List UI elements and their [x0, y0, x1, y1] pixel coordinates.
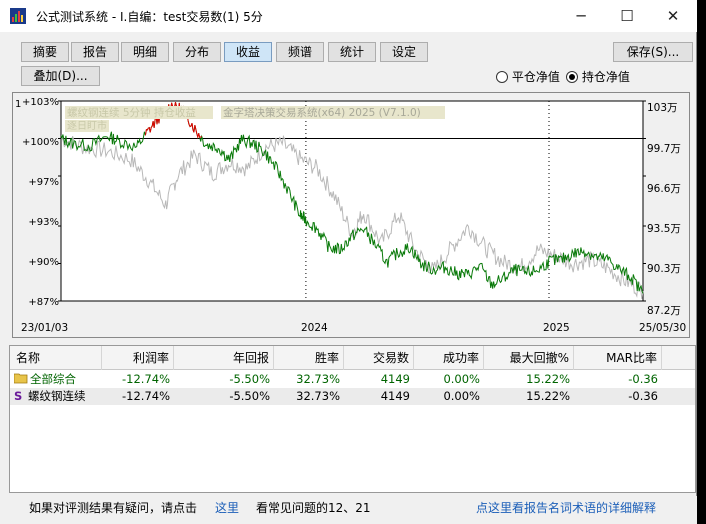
- x-label-2025: 2025: [543, 322, 570, 334]
- maximize-button[interactable]: ☐: [604, 0, 650, 32]
- left-tick-1: +100%: [22, 137, 59, 148]
- right-tick-2: 96.6万: [647, 183, 681, 195]
- s-icon: S: [14, 389, 23, 403]
- chart-watermark: 金字塔决策交易系统(x64) 2025 (V7.1.0): [223, 106, 421, 119]
- left-tick-4: +90%: [28, 257, 59, 268]
- cell-trade-count: 4149: [380, 372, 410, 386]
- cell-name: 全部综合: [10, 371, 102, 388]
- status-bar: 如果对评测结果有疑问，请点击 这里 看常见问题的12、21 点这里看报告名词术语…: [0, 496, 697, 524]
- chart-corner-label: 1: [15, 99, 21, 110]
- folder-icon: [14, 373, 28, 384]
- radio-position-equity[interactable]: 持仓净值: [566, 68, 630, 84]
- radio-close-equity-circle[interactable]: [496, 71, 508, 83]
- radio-position-equity-label: 持仓净值: [581, 70, 630, 84]
- header-annual-return[interactable]: 年回报: [174, 346, 274, 370]
- header-success-rate[interactable]: 成功率: [414, 346, 484, 370]
- chart-legend-sub: 逐日盯市: [67, 119, 107, 132]
- results-table: 名称 利润率 年回报 胜率 交易数 成功率 最大回撤% MAR比率 全部综合 -…: [9, 345, 696, 493]
- header-profit-rate[interactable]: 利润率: [102, 346, 174, 370]
- left-tick-0: +103%: [22, 97, 59, 108]
- status-question-text: 如果对评测结果有疑问，请点击: [29, 501, 198, 515]
- left-tick-2: +97%: [28, 177, 59, 188]
- tab-spectrum[interactable]: 频谱: [276, 42, 324, 62]
- header-mar-ratio[interactable]: MAR比率: [574, 346, 662, 370]
- table-row[interactable]: S 螺纹钢连续 -12.74% -5.50% 32.73% 4149 0.00% …: [10, 388, 695, 405]
- radio-position-equity-circle[interactable]: [566, 71, 578, 83]
- table-header: 名称 利润率 年回报 胜率 交易数 成功率 最大回撤% MAR比率: [10, 346, 695, 370]
- right-tick-1: 99.7万: [647, 143, 681, 155]
- overlay-button[interactable]: 叠加(D)...: [21, 66, 100, 86]
- status-here-link[interactable]: 这里: [215, 499, 239, 516]
- cell-annual-return: -5.50%: [229, 389, 270, 403]
- left-tick-5: +87%: [28, 297, 59, 308]
- cell-win-rate: 32.73%: [296, 389, 340, 403]
- cell-name-text: 螺纹钢连续: [28, 389, 86, 403]
- radio-close-equity[interactable]: 平仓净值: [496, 68, 560, 84]
- minimize-button[interactable]: ─: [558, 0, 604, 32]
- window-title: 公式测试系统 - I.自编：test交易数(1) 5分: [36, 10, 263, 24]
- cell-name-text: 全部综合: [30, 372, 76, 386]
- header-max-drawdown[interactable]: 最大回撤%: [484, 346, 574, 370]
- x-label-end: 25/05/30: [639, 322, 686, 334]
- app-icon: [10, 8, 26, 24]
- table-row[interactable]: 全部综合 -12.74% -5.50% 32.73% 4149 0.00% 15…: [10, 371, 695, 388]
- tab-settings[interactable]: 设定: [380, 42, 428, 62]
- cell-success-rate: 0.00%: [443, 372, 480, 386]
- cell-mar-ratio: -0.36: [628, 389, 658, 403]
- header-name[interactable]: 名称: [10, 346, 102, 370]
- cell-profit-rate: -12.74%: [122, 372, 170, 386]
- header-trade-count[interactable]: 交易数: [344, 346, 414, 370]
- background-chart-edge: [696, 0, 706, 524]
- cell-success-rate: 0.00%: [443, 389, 480, 403]
- status-glossary-link[interactable]: 点这里看报告名词术语的详细解释: [476, 499, 656, 516]
- cell-name: S 螺纹钢连续: [10, 388, 102, 405]
- header-win-rate[interactable]: 胜率: [274, 346, 344, 370]
- cell-win-rate: 32.73%: [296, 372, 340, 386]
- right-tick-4: 90.3万: [647, 263, 681, 275]
- chart-legend-text: 螺纹钢连续 5分钟 持仓收益: [67, 106, 196, 119]
- tab-distribution[interactable]: 分布: [173, 42, 221, 62]
- cell-max-drawdown: 15.22%: [526, 372, 570, 386]
- equity-chart: 1 螺纹钢连续 5分钟 持仓收益 逐日盯市 金字塔决策交易系统(x64) 202…: [15, 97, 686, 334]
- title-bar: 公式测试系统 - I.自编：test交易数(1) 5分 ─ ☐ ✕: [0, 0, 697, 32]
- status-faq-text: 看常见问题的12、21: [256, 501, 371, 515]
- tab-statistics[interactable]: 统计: [328, 42, 376, 62]
- tab-details[interactable]: 明细: [121, 42, 169, 62]
- x-label-start: 23/01/03: [21, 322, 68, 334]
- left-tick-3: +93%: [28, 217, 59, 228]
- plot-area: [60, 100, 644, 302]
- cell-max-drawdown: 15.22%: [526, 389, 570, 403]
- close-button[interactable]: ✕: [650, 0, 696, 32]
- right-tick-0: 103万: [647, 102, 678, 114]
- tab-report[interactable]: 报告: [71, 42, 119, 62]
- cell-mar-ratio: -0.36: [628, 372, 658, 386]
- save-button[interactable]: 保存(S)...: [613, 42, 693, 62]
- cell-annual-return: -5.50%: [229, 372, 270, 386]
- cell-trade-count: 4149: [380, 389, 410, 403]
- tab-summary[interactable]: 摘要: [21, 42, 69, 62]
- radio-close-equity-label: 平仓净值: [511, 70, 560, 84]
- equity-chart-panel: 1 螺纹钢连续 5分钟 持仓收益 逐日盯市 金字塔决策交易系统(x64) 202…: [12, 92, 690, 338]
- right-tick-5: 87.2万: [647, 305, 681, 317]
- tab-returns[interactable]: 收益: [224, 42, 272, 62]
- x-label-2024: 2024: [301, 322, 328, 334]
- formula-test-window: 公式测试系统 - I.自编：test交易数(1) 5分 ─ ☐ ✕ 摘要 报告 …: [0, 0, 697, 524]
- right-tick-3: 93.5万: [647, 223, 681, 235]
- cell-profit-rate: -12.74%: [122, 389, 170, 403]
